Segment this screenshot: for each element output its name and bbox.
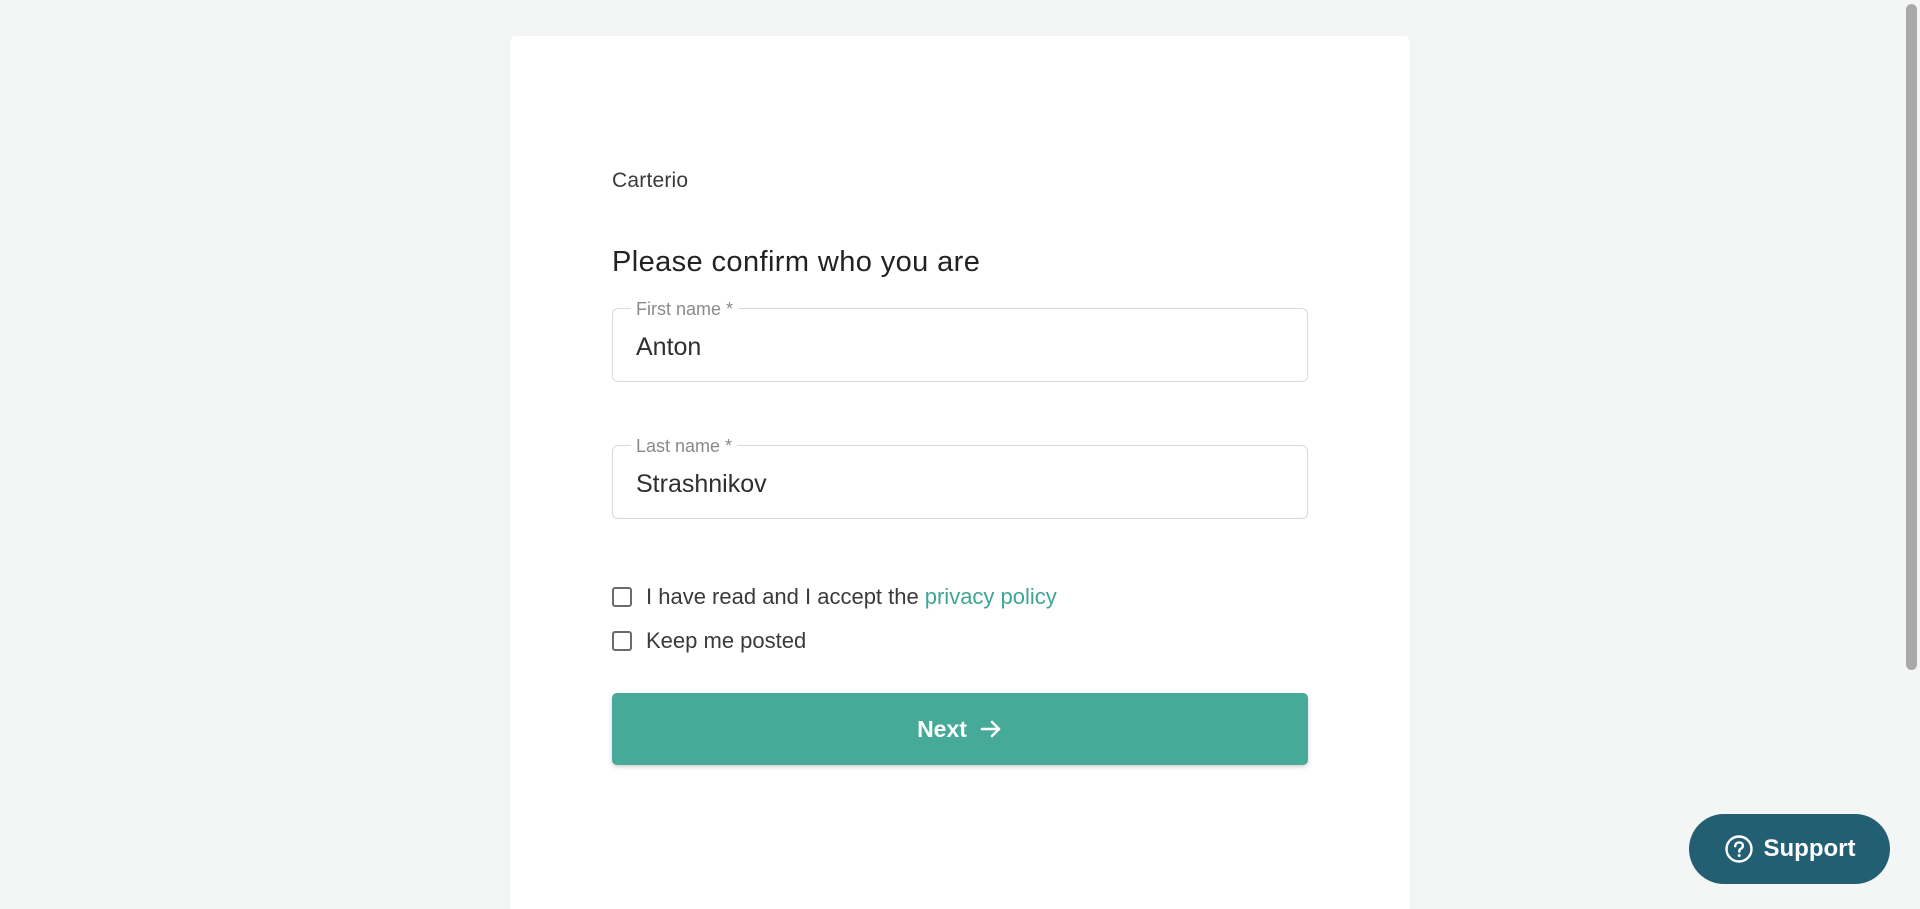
login-card: Carterio Please confirm who you are Firs… bbox=[510, 36, 1410, 909]
support-label: Support bbox=[1763, 835, 1856, 862]
keep-posted-text: Keep me posted bbox=[646, 628, 807, 653]
last-name-label: Last name * bbox=[631, 435, 738, 457]
first-name-field: First name * bbox=[612, 298, 1308, 382]
last-name-field: Last name * bbox=[612, 435, 1308, 519]
scrollbar-thumb[interactable] bbox=[1906, 4, 1917, 670]
privacy-checkbox[interactable] bbox=[612, 587, 632, 607]
privacy-text: I have read and I accept the bbox=[646, 584, 919, 609]
keep-posted-checkbox[interactable] bbox=[612, 631, 632, 651]
brand-name: Carterio bbox=[612, 169, 689, 192]
keep-posted-row: Keep me posted bbox=[612, 628, 806, 654]
first-name-label: First name * bbox=[631, 298, 739, 320]
next-button-label: Next bbox=[917, 715, 967, 742]
arrow-right-icon bbox=[979, 717, 1003, 741]
last-name-input[interactable] bbox=[636, 470, 1276, 499]
privacy-row: I have read and I accept the privacy pol… bbox=[612, 584, 1057, 610]
first-name-input[interactable] bbox=[636, 333, 1276, 362]
help-circle-icon bbox=[1724, 834, 1754, 864]
next-button[interactable]: Next bbox=[612, 693, 1308, 765]
privacy-policy-link[interactable]: privacy policy bbox=[925, 584, 1057, 610]
scrollbar[interactable] bbox=[1902, 0, 1920, 909]
support-button[interactable]: Support bbox=[1689, 814, 1890, 884]
page: Carterio Please confirm who you are Firs… bbox=[0, 0, 1920, 909]
page-title: Please confirm who you are bbox=[612, 246, 981, 278]
